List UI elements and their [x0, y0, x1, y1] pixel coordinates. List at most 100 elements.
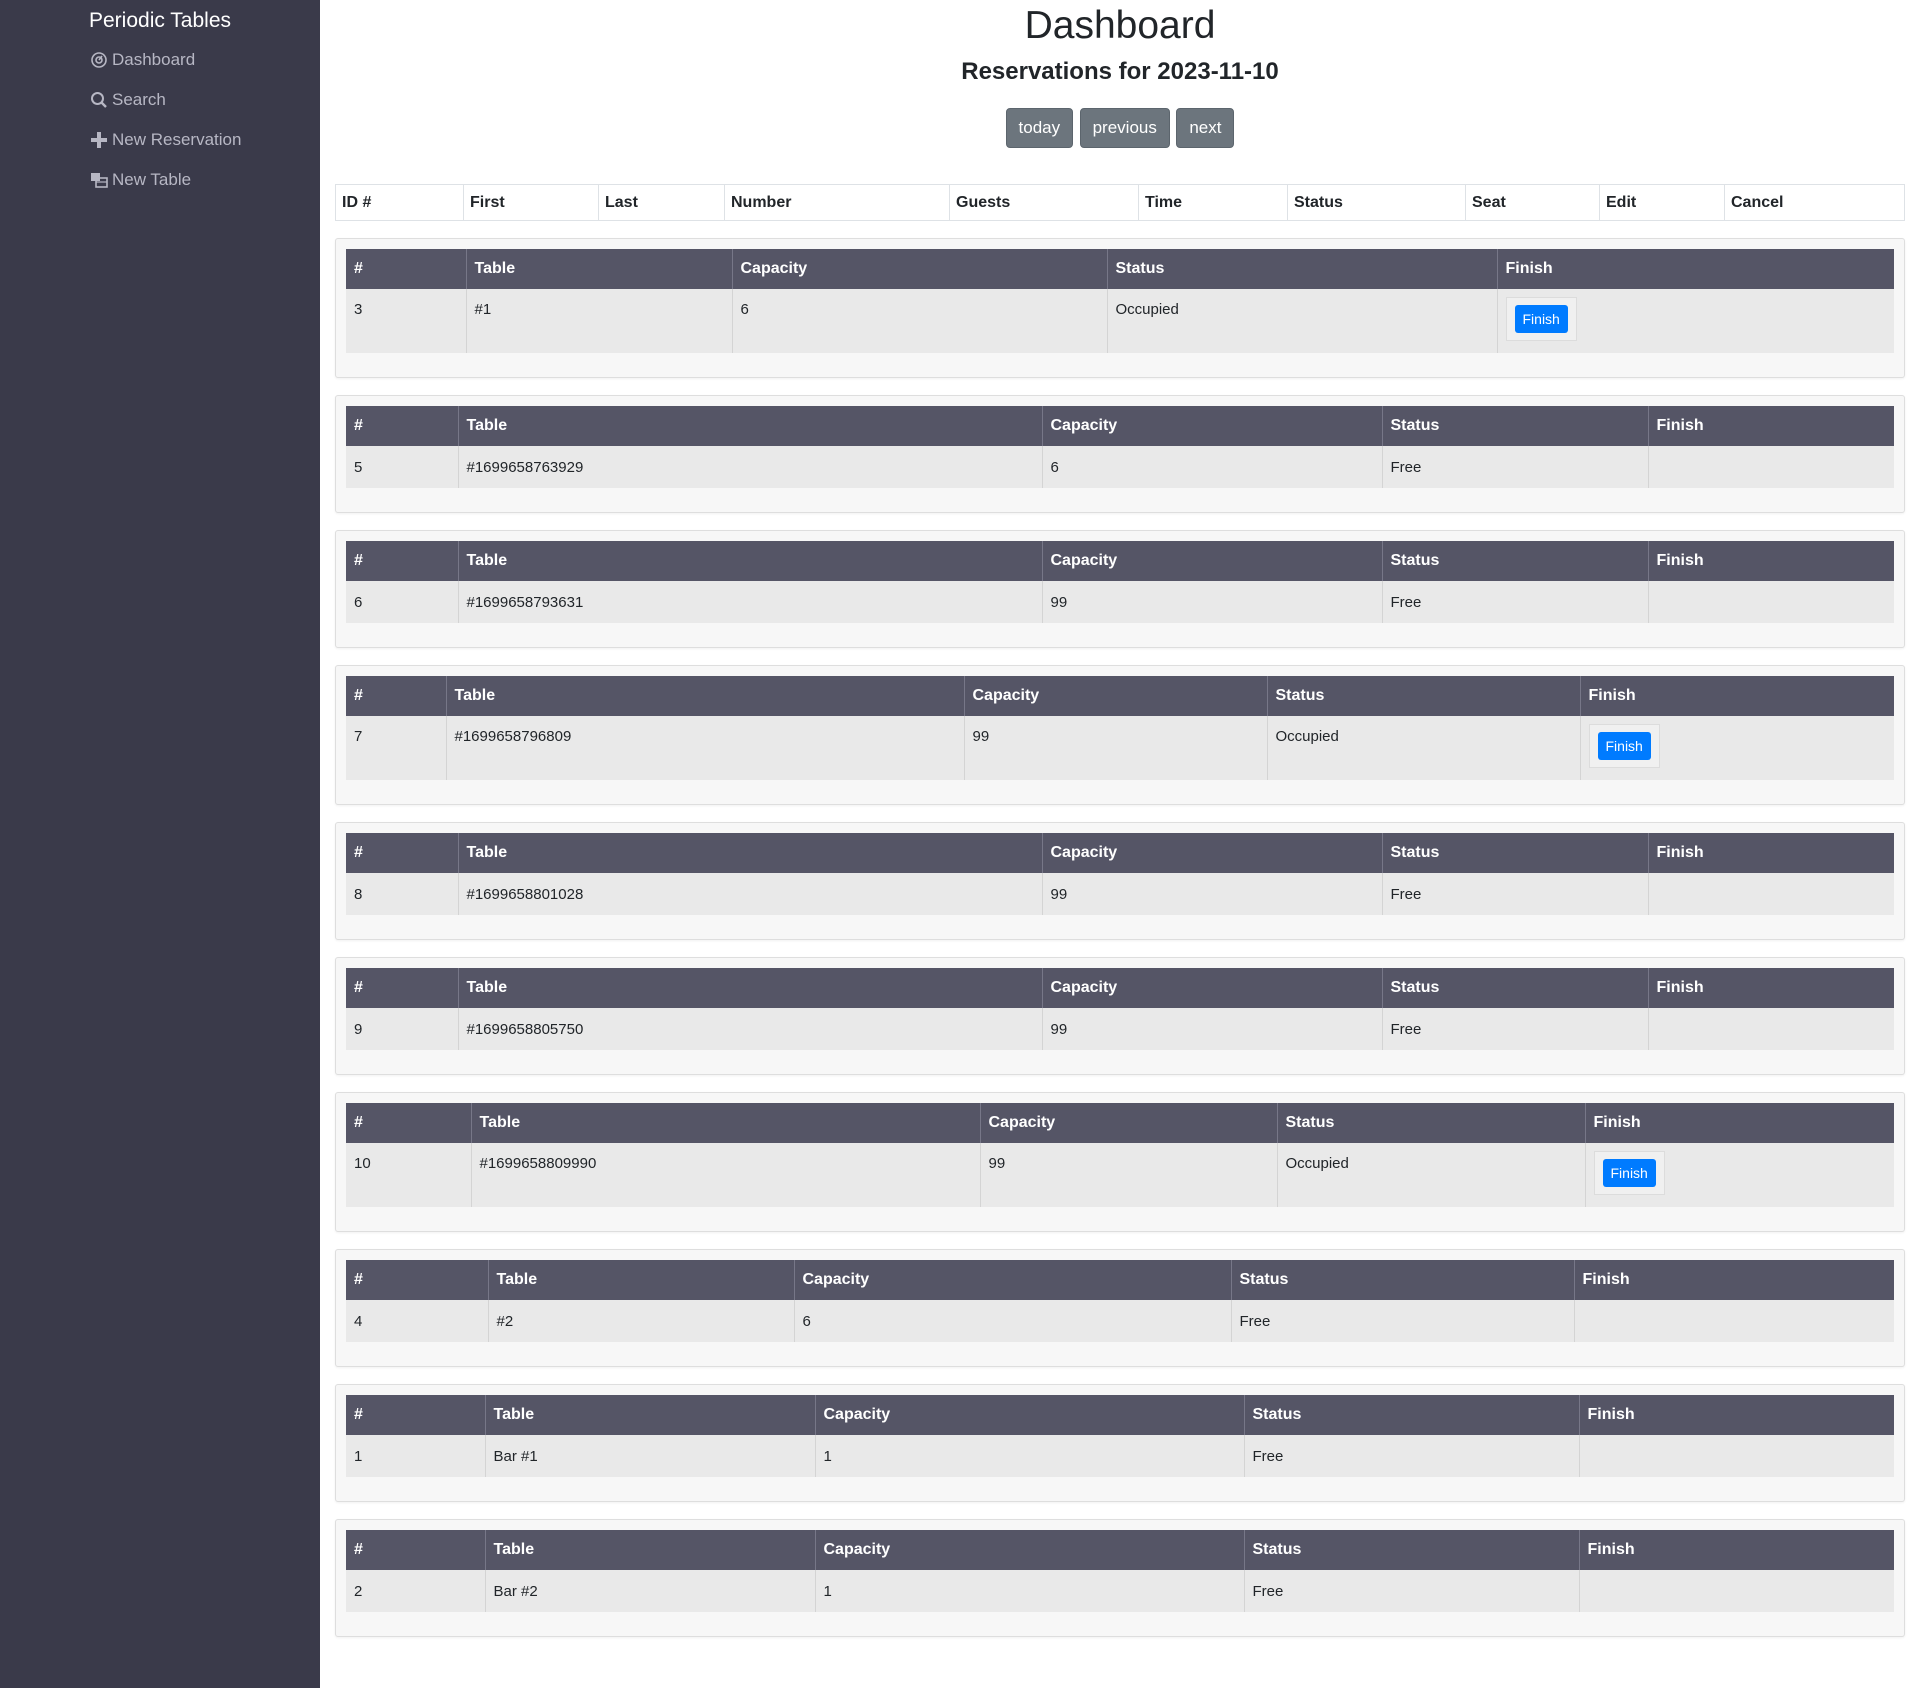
- column-header: First: [463, 184, 599, 221]
- table-row: 7 #1699658796809 99 Occupied Finish: [346, 716, 1894, 780]
- sidebar-item-label: New Reservation: [112, 130, 242, 149]
- table-status-cell: Free: [1231, 1300, 1575, 1342]
- column-header: Status: [1267, 676, 1581, 716]
- table-finish-cell: [1648, 873, 1894, 915]
- column-header: Time: [1138, 184, 1288, 221]
- sidebar-item-dashboard[interactable]: Dashboard: [0, 40, 320, 80]
- column-header: Capacity: [815, 1530, 1245, 1570]
- table-status-cell: Free: [1382, 1008, 1649, 1050]
- table-name-cell: #1699658796809: [446, 716, 965, 780]
- reservations-date-heading: Reservations for 2023-11-10: [961, 58, 1279, 85]
- column-header: Table: [466, 249, 733, 289]
- column-header: Table: [485, 1530, 816, 1570]
- sidebar-item-new-reservation[interactable]: New Reservation: [0, 120, 320, 160]
- table-id-cell: 4: [346, 1300, 489, 1342]
- table-status-cell: Occupied: [1267, 716, 1581, 780]
- table-id-cell: 3: [346, 289, 467, 353]
- table-status-cell: Free: [1382, 581, 1649, 623]
- previous-button[interactable]: previous: [1079, 108, 1170, 148]
- table-status-cell: Free: [1382, 873, 1649, 915]
- column-header: Last: [598, 184, 725, 221]
- column-header: Finish: [1648, 406, 1894, 446]
- column-header: Seat: [1465, 184, 1600, 221]
- table-finish-cell: [1648, 1008, 1894, 1050]
- seating-table: # Table Capacity Status Finish 8 #169965880102…: [346, 833, 1894, 915]
- finish-button[interactable]: Finish: [1602, 1159, 1656, 1187]
- column-header: Table: [458, 406, 1043, 446]
- column-header: Capacity: [1042, 406, 1383, 446]
- table-capacity-cell: 99: [964, 716, 1268, 780]
- column-header: Table: [471, 1103, 981, 1143]
- column-header: Finish: [1648, 968, 1894, 1008]
- column-header: Table: [458, 833, 1043, 873]
- column-header: #: [346, 968, 459, 1008]
- column-header: Finish: [1497, 249, 1894, 289]
- column-header: Status: [1231, 1260, 1575, 1300]
- table-status-cell: Occupied: [1107, 289, 1498, 353]
- plus-icon: [90, 131, 108, 149]
- table-finish-cell: [1574, 1300, 1894, 1342]
- table-id-cell: 5: [346, 446, 459, 488]
- seating-table-header-row: # Table Capacity Status Finish: [346, 406, 1894, 446]
- sidebar-item-label: Search: [112, 90, 166, 109]
- reservations-header-row: ID # First Last Number Guests Time Statu…: [336, 184, 1905, 221]
- table-name-cell: Bar #2: [485, 1570, 816, 1612]
- table-row: 10 #1699658809990 99 Occupied Finish: [346, 1143, 1894, 1207]
- column-header: #: [346, 406, 459, 446]
- column-header: Capacity: [980, 1103, 1278, 1143]
- column-header: Finish: [1579, 1395, 1894, 1435]
- sidebar-nav: Dashboard Search New Reservation New Tab…: [0, 40, 320, 200]
- finish-button-wrapper: Finish: [1505, 297, 1577, 341]
- table-name-cell: #1699658793631: [458, 581, 1043, 623]
- column-header: Status: [1277, 1103, 1586, 1143]
- column-header: ID #: [342, 193, 372, 211]
- next-button[interactable]: next: [1176, 108, 1235, 148]
- table-status-cell: Free: [1244, 1570, 1580, 1612]
- table-card: # Table Capacity Status Finish 5 #169965876392…: [335, 395, 1905, 513]
- column-header: #: [346, 833, 459, 873]
- main-content: Dashboard Reservations for 2023-11-10 to…: [335, 0, 1905, 1637]
- table-name-cell: #1: [466, 289, 733, 353]
- seating-table-header-row: # Table Capacity Status Finish: [346, 1530, 1894, 1570]
- reservations-table: ID # First Last Number Guests Time Statu…: [335, 184, 1905, 221]
- brand-title[interactable]: Periodic Tables: [0, 0, 320, 40]
- finish-button-wrapper: Finish: [1588, 724, 1660, 768]
- column-header: Cancel: [1724, 184, 1905, 221]
- table-finish-cell: [1648, 581, 1894, 623]
- column-header: Table: [458, 541, 1043, 581]
- column-header: Status: [1107, 249, 1498, 289]
- table-row: 3 #1 6 Occupied Finish: [346, 289, 1894, 353]
- table-name-cell: Bar #1: [485, 1435, 816, 1477]
- seating-table: # Table Capacity Status Finish 10 #16996588099…: [346, 1103, 1894, 1207]
- table-id-cell: 9: [346, 1008, 459, 1050]
- table-name-cell: #1699658809990: [471, 1143, 981, 1207]
- table-name-cell: #1699658801028: [458, 873, 1043, 915]
- table-capacity-cell: 1: [815, 1435, 1245, 1477]
- table-finish-cell: Finish: [1585, 1143, 1894, 1207]
- today-button[interactable]: today: [1005, 108, 1074, 148]
- column-header: Finish: [1579, 1530, 1894, 1570]
- table-finish-cell: [1579, 1570, 1894, 1612]
- table-name-cell: #2: [488, 1300, 795, 1342]
- column-header: Capacity: [964, 676, 1268, 716]
- table-capacity-cell: 99: [1042, 873, 1383, 915]
- seating-table-header-row: # Table Capacity Status Finish: [346, 833, 1894, 873]
- table-id-cell: 8: [346, 873, 459, 915]
- column-header: #: [346, 1103, 472, 1143]
- column-header: Finish: [1648, 833, 1894, 873]
- finish-button[interactable]: Finish: [1514, 305, 1568, 333]
- seating-table-header-row: # Table Capacity Status Finish: [346, 1103, 1894, 1143]
- column-header: Status: [1244, 1395, 1580, 1435]
- sidebar-item-search[interactable]: Search: [0, 80, 320, 120]
- table-id-cell: 7: [346, 716, 447, 780]
- column-header: Capacity: [1042, 541, 1383, 581]
- table-capacity-cell: 1: [815, 1570, 1245, 1612]
- column-header: Status: [1382, 968, 1649, 1008]
- column-header: #: [346, 541, 459, 581]
- table-card: # Table Capacity Status Finish 4 #2 6 Free: [335, 1249, 1905, 1367]
- finish-button[interactable]: Finish: [1597, 732, 1651, 760]
- table-card: # Table Capacity Status Finish 9 #169965880575…: [335, 957, 1905, 1075]
- sidebar: Periodic Tables Dashboard Search New Res…: [0, 0, 320, 1688]
- sidebar-item-new-table[interactable]: New Table: [0, 160, 320, 200]
- column-header: Status: [1382, 833, 1649, 873]
